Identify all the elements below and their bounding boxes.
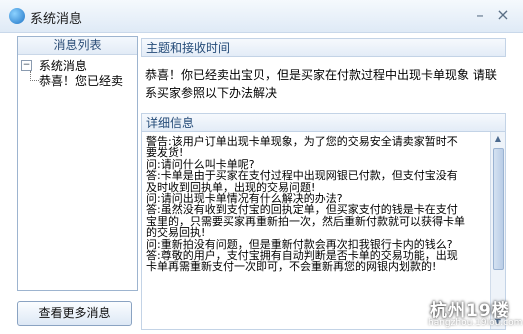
message-content-area: 主题和接收时间 恭喜！你已经卖出宝贝，但是买家在付款过程中出现卡单现象 请联系买… [141,36,506,330]
minimize-button[interactable]: – [471,6,489,24]
tree-connector [30,71,39,81]
window-title: 系统消息 [30,12,83,27]
system-message-window: 系统消息 – × 消息列表 − 系统消息 恭喜！您已经卖 查看更多消息 主题和接… [0,0,523,334]
close-button[interactable]: × [494,6,512,24]
subject-text: 恭喜！你已经卖出宝贝，但是买家在付款过程中出现卡单现象 请联系买家参照以下办法解… [145,68,497,100]
tree-root-label: 系统消息 [38,59,87,73]
detail-line: 卡单再需重新支付一次即可，不会重新再您的网银内划款的! [146,260,437,274]
collapse-toggle-icon[interactable]: − [21,60,32,71]
scrollbar-thumb[interactable] [493,148,504,270]
detail-line: 的交易回执! [146,226,206,240]
detail-line: 答:卡单是由于买家在支付过程中出现网银已付款，但支付宝没有 [146,169,458,183]
title-bar[interactable]: 系统消息 – × [0,0,523,33]
watermark-url: hangzhou.19lou.com [428,318,523,328]
arrow-up-icon[interactable]: ▲ [491,132,505,146]
message-list-header: 消息列表 [18,37,137,55]
message-list-panel: 消息列表 − 系统消息 恭喜！您已经卖 [17,36,138,291]
message-app-icon [9,8,25,24]
view-more-messages-button[interactable]: 查看更多消息 [17,301,132,326]
tree-node-message[interactable]: 恭喜！您已经卖 [39,72,123,89]
subject-header: 主题和接收时间 [141,38,506,57]
detail-text: 警告:该用户订单出现卡单现象，为了您的交易安全请卖家暂时不 要发货! 问:请问什… [146,136,486,273]
site-watermark: 杭州19楼 hangzhou.19lou.com [426,296,523,332]
detail-line: 警告:该用户订单出现卡单现象，为了您的交易安全请卖家暂时不 [146,135,458,148]
detail-header: 详细信息 [141,113,506,132]
